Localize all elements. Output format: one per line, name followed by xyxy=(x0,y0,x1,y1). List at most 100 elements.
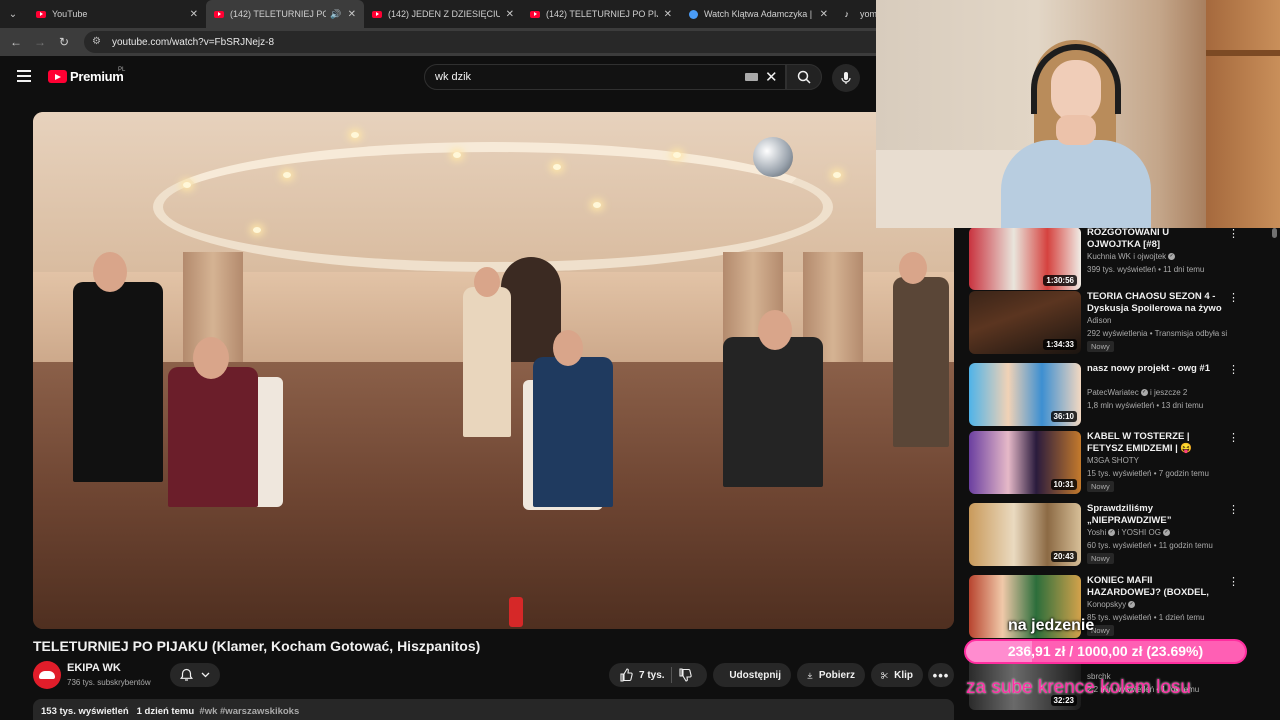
close-icon[interactable]: ✕ xyxy=(506,9,514,20)
country-code: PL xyxy=(118,67,126,73)
more-vertical-icon[interactable]: ⋮ xyxy=(1228,229,1239,240)
youtube-icon xyxy=(214,9,224,19)
microphone-icon xyxy=(841,72,851,84)
recommendation-channel[interactable]: M3GA SHOTY xyxy=(1087,456,1227,465)
recommendation-title[interactable]: KABEL W TOSTERZE | FETYSZ EMIDZEMI | 😝 P… xyxy=(1087,431,1225,455)
more-vertical-icon[interactable]: ⋮ xyxy=(1228,505,1239,516)
recommendation-meta: 1,8 mln wyświetleń • 13 dni temu xyxy=(1087,401,1204,410)
tab-title: (142) TELETURNIEJ PO PIJAKU xyxy=(546,9,658,19)
dislike-button[interactable] xyxy=(678,668,692,682)
new-badge: Nowy xyxy=(1087,481,1114,492)
video-thumbnail[interactable]: 36:10 xyxy=(969,363,1081,426)
video-thumbnail[interactable]: 1:30:56 xyxy=(969,227,1081,290)
scissors-icon xyxy=(881,671,888,679)
donation-goal-bar: 236,91 zł / 1000,00 zł (23.69%) xyxy=(964,639,1247,664)
video-thumbnail[interactable]: 1:34:33 xyxy=(969,291,1081,354)
upload-age: 1 dzień temu xyxy=(136,706,195,717)
tab-jeden-z-dziesieciu[interactable]: (142) JEDEN Z DZIESIĘCIU INFL ✕ xyxy=(364,0,522,28)
channel-name[interactable]: EKIPA WK xyxy=(67,662,121,674)
recommendation-channel[interactable]: Kuchnia WK i ojwojtek ✓ xyxy=(1087,252,1227,261)
speaker-icon[interactable]: 🔊 xyxy=(330,9,341,20)
recommendation-title[interactable]: TEORIA CHAOSU SEZON 4 - Dyskusja Spoiler… xyxy=(1087,291,1225,315)
recommendation-title[interactable]: Sprawdziliśmy „NIEPRAWDZIWE” REKWIZYT... xyxy=(1087,503,1225,527)
close-icon[interactable]: ✕ xyxy=(348,9,356,20)
recommendation-channel[interactable]: Konopskyy ✓ xyxy=(1087,600,1227,609)
video-thumbnail[interactable]: 10:31 xyxy=(969,431,1081,494)
verified-icon: ✓ xyxy=(1128,601,1136,609)
recommendation-item[interactable]: 20:43 Sprawdziliśmy „NIEPRAWDZIWE” REKWI… xyxy=(969,503,1259,567)
like-dislike-group: 7 tys. xyxy=(609,663,707,687)
description-box[interactable]: 153 tys. wyświetleń 1 dzień temu #wk #wa… xyxy=(33,699,954,720)
verified-icon: ✓ xyxy=(1140,389,1148,397)
close-icon[interactable]: ✕ xyxy=(190,9,198,20)
recommendation-item[interactable]: 36:10 nasz nowy projekt - owg #1 PatecWa… xyxy=(969,363,1259,427)
clip-label: Klip xyxy=(894,669,913,681)
youtube-premium-logo[interactable]: Premium xyxy=(48,69,124,84)
search-icon xyxy=(797,70,811,84)
back-icon[interactable]: ← xyxy=(6,32,26,52)
recommendation-channel[interactable]: Adison xyxy=(1087,316,1227,325)
voice-search-button[interactable] xyxy=(832,64,860,92)
reload-icon[interactable]: ↻ xyxy=(54,32,74,52)
goal-label: na jedzenie xyxy=(1008,617,1095,634)
verified-icon: ✓ xyxy=(1162,529,1170,537)
menu-icon[interactable] xyxy=(17,70,31,82)
url-field[interactable]: ⚙ youtube.com/watch?v=FbSRJNejz-8 xyxy=(84,31,904,53)
recommendation-channel[interactable]: PatecWariatec ✓ i jeszcze 2 xyxy=(1087,388,1227,397)
tab-title: YouTube xyxy=(52,9,88,19)
recommendation-item[interactable]: 1:34:33 TEORIA CHAOSU SEZON 4 - Dyskusja… xyxy=(969,291,1259,355)
video-player[interactable] xyxy=(33,112,954,629)
recommendation-title[interactable]: nasz nowy projekt - owg #1 xyxy=(1087,363,1225,375)
more-vertical-icon[interactable]: ⋮ xyxy=(1228,365,1239,376)
recommendation-meta: 60 tys. wyświetleń • 11 godzin temu xyxy=(1087,541,1213,550)
sidebar-scrollbar[interactable] xyxy=(1272,228,1277,238)
more-actions-button[interactable]: ••• xyxy=(928,663,954,687)
recommendation-title[interactable]: ROZGOTOWANI U OJWOJTKA [#8] xyxy=(1087,227,1225,251)
site-settings-icon[interactable]: ⚙ xyxy=(92,36,104,48)
subscriber-count: 736 tys. subskrybentów xyxy=(67,678,151,687)
like-divider xyxy=(670,667,672,683)
bell-icon xyxy=(180,668,193,681)
download-label: Pobierz xyxy=(818,669,855,681)
new-badge: Nowy xyxy=(1087,341,1114,352)
tab-klatwa-adamczyka[interactable]: Watch Klątwa Adamczyka | Stre ✕ xyxy=(680,0,836,28)
screen: ⌄ YouTube ✕ (142) TELETURNIEJ PO PIJAKU … xyxy=(0,0,1280,720)
search-value: wk dzik xyxy=(435,71,472,83)
channel-avatar[interactable] xyxy=(33,661,61,689)
recommendation-channel[interactable]: Yoshi ✓ i YOSHI OG ✓ xyxy=(1087,528,1227,537)
new-badge: Nowy xyxy=(1087,553,1114,564)
recommendation-item[interactable]: 10:31 KABEL W TOSTERZE | FETYSZ EMIDZEMI… xyxy=(969,431,1259,495)
keyboard-icon[interactable] xyxy=(745,73,758,81)
share-button[interactable]: Udostępnij xyxy=(713,663,791,687)
download-button[interactable]: Pobierz xyxy=(797,663,865,687)
forward-icon[interactable]: → xyxy=(30,32,50,52)
subscription-bell-button[interactable] xyxy=(170,663,220,687)
disco-ball xyxy=(753,137,793,177)
recommendation-item[interactable]: 1:30:56 ROZGOTOWANI U OJWOJTKA [#8] Kuch… xyxy=(969,227,1259,291)
close-icon[interactable]: ✕ xyxy=(664,9,672,20)
recommendation-meta: 85 tys. wyświetleń • 1 dzień temu xyxy=(1087,613,1205,622)
recommendation-title[interactable]: KONIEC MAFII HAZARDOWEJ? (BOXDEL, MARCOŃ… xyxy=(1087,575,1225,599)
tab-youtube[interactable]: YouTube ✕ xyxy=(28,0,206,28)
more-vertical-icon[interactable]: ⋮ xyxy=(1228,577,1239,588)
clear-search-icon[interactable]: ✕ xyxy=(765,68,778,86)
tab-title: (142) JEDEN Z DZIESIĘCIU INFL xyxy=(388,9,500,19)
tab-teleturniej[interactable]: (142) TELETURNIEJ PO PIJAKU ✕ xyxy=(522,0,680,28)
chevron-down-icon xyxy=(201,672,210,678)
like-button[interactable]: 7 tys. xyxy=(619,668,665,682)
tab-search-button[interactable]: ⌄ xyxy=(4,5,22,23)
more-vertical-icon[interactable]: ⋮ xyxy=(1228,293,1239,304)
video-thumbnail[interactable]: 20:43 xyxy=(969,503,1081,566)
more-vertical-icon[interactable]: ⋮ xyxy=(1228,433,1239,444)
tab-teleturniej-active[interactable]: (142) TELETURNIEJ PO PIJAKU 🔊 ✕ xyxy=(206,0,364,28)
close-icon[interactable]: ✕ xyxy=(820,9,828,20)
red-can xyxy=(509,597,523,627)
tab-title: Watch Klątwa Adamczyka | Stre xyxy=(704,9,814,19)
hashtags[interactable]: #wk #warszawskikoks xyxy=(199,706,299,717)
recommendation-meta: 15 tys. wyświetleń • 7 godzin temu xyxy=(1087,469,1209,478)
video-title: TELETURNIEJ PO PIJAKU (Klamer, Kocham Go… xyxy=(33,638,481,654)
search-button[interactable] xyxy=(786,64,822,90)
clip-button[interactable]: Klip xyxy=(871,663,923,687)
youtube-icon xyxy=(530,9,540,19)
search-input[interactable]: wk dzik ✕ xyxy=(424,64,786,90)
